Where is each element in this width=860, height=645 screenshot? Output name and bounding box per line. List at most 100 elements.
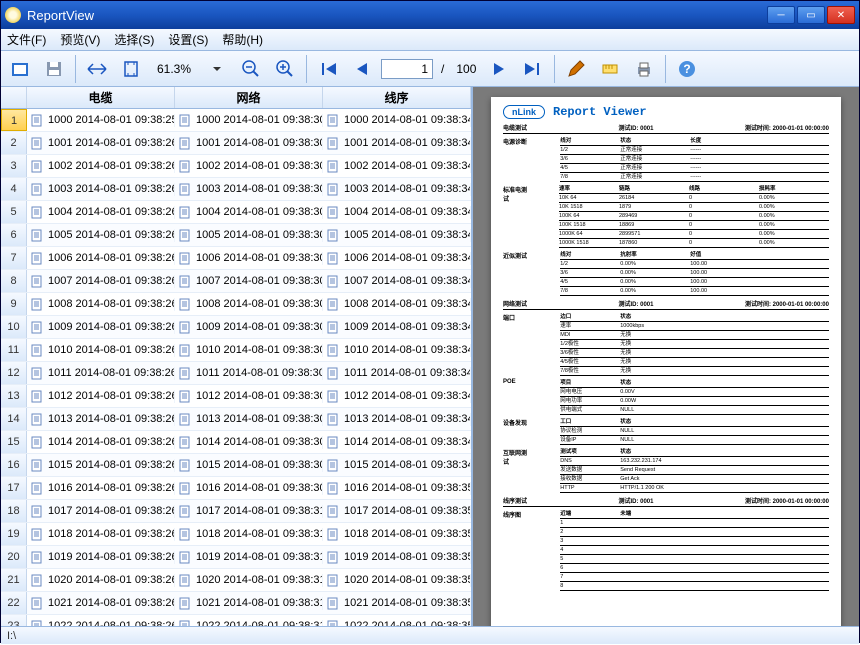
cell-sequence[interactable]: 1001 2014-08-01 09:38:34 <box>323 137 471 150</box>
table-row[interactable]: 13 1012 2014-08-01 09:38:26 1012 2014-08… <box>1 385 471 408</box>
table-row[interactable]: 12 1011 2014-08-01 09:38:26 1011 2014-08… <box>1 362 471 385</box>
help-button[interactable]: ? <box>672 54 702 84</box>
last-page-button[interactable] <box>518 54 548 84</box>
cell-network[interactable]: 1017 2014-08-01 09:38:31 <box>175 505 323 518</box>
edit-button[interactable] <box>561 54 591 84</box>
cell-network[interactable]: 1003 2014-08-01 09:38:30 <box>175 183 323 196</box>
cell-sequence[interactable]: 1017 2014-08-01 09:38:35 <box>323 505 471 518</box>
table-row[interactable]: 2 1001 2014-08-01 09:38:26 1001 2014-08-… <box>1 132 471 155</box>
cell-sequence[interactable]: 1003 2014-08-01 09:38:34 <box>323 183 471 196</box>
table-row[interactable]: 9 1008 2014-08-01 09:38:26 1008 2014-08-… <box>1 293 471 316</box>
row-number[interactable]: 6 <box>1 224 27 246</box>
row-number[interactable]: 15 <box>1 431 27 453</box>
cell-cable[interactable]: 1017 2014-08-01 09:38:26 <box>27 505 175 518</box>
cell-cable[interactable]: 1014 2014-08-01 09:38:26 <box>27 436 175 449</box>
cell-cable[interactable]: 1012 2014-08-01 09:38:26 <box>27 390 175 403</box>
cell-network[interactable]: 1008 2014-08-01 09:38:30 <box>175 298 323 311</box>
cell-sequence[interactable]: 1016 2014-08-01 09:38:35 <box>323 482 471 495</box>
zoom-out-button[interactable] <box>236 54 266 84</box>
cell-network[interactable]: 1000 2014-08-01 09:38:30 <box>175 114 323 127</box>
row-number[interactable]: 11 <box>1 339 27 361</box>
table-row[interactable]: 17 1016 2014-08-01 09:38:26 1016 2014-08… <box>1 477 471 500</box>
ruler-button[interactable] <box>595 54 625 84</box>
cell-sequence[interactable]: 1006 2014-08-01 09:38:34 <box>323 252 471 265</box>
save-button[interactable] <box>39 54 69 84</box>
row-number[interactable]: 17 <box>1 477 27 499</box>
col-cable[interactable]: 电缆 <box>27 87 175 108</box>
table-row[interactable]: 18 1017 2014-08-01 09:38:26 1017 2014-08… <box>1 500 471 523</box>
col-network[interactable]: 网络 <box>175 87 323 108</box>
cell-network[interactable]: 1001 2014-08-01 09:38:30 <box>175 137 323 150</box>
cell-cable[interactable]: 1005 2014-08-01 09:38:26 <box>27 229 175 242</box>
minimize-button[interactable]: ─ <box>767 6 795 24</box>
row-number[interactable]: 9 <box>1 293 27 315</box>
cell-sequence[interactable]: 1005 2014-08-01 09:38:34 <box>323 229 471 242</box>
cell-cable[interactable]: 1011 2014-08-01 09:38:26 <box>27 367 175 380</box>
cell-network[interactable]: 1005 2014-08-01 09:38:30 <box>175 229 323 242</box>
cell-sequence[interactable]: 1015 2014-08-01 09:38:34 <box>323 459 471 472</box>
prev-page-button[interactable] <box>347 54 377 84</box>
cell-cable[interactable]: 1020 2014-08-01 09:38:26 <box>27 574 175 587</box>
table-row[interactable]: 8 1007 2014-08-01 09:38:26 1007 2014-08-… <box>1 270 471 293</box>
cell-network[interactable]: 1015 2014-08-01 09:38:30 <box>175 459 323 472</box>
cell-sequence[interactable]: 1000 2014-08-01 09:38:34 <box>323 114 471 127</box>
table-row[interactable]: 21 1020 2014-08-01 09:38:26 1020 2014-08… <box>1 569 471 592</box>
next-page-button[interactable] <box>484 54 514 84</box>
cell-cable[interactable]: 1000 2014-08-01 09:38:25 <box>27 114 175 127</box>
cell-network[interactable]: 1016 2014-08-01 09:38:30 <box>175 482 323 495</box>
cell-network[interactable]: 1010 2014-08-01 09:38:30 <box>175 344 323 357</box>
cell-sequence[interactable]: 1010 2014-08-01 09:38:34 <box>323 344 471 357</box>
table-row[interactable]: 23 1022 2014-08-01 09:38:26 1022 2014-08… <box>1 615 471 626</box>
table-row[interactable]: 7 1006 2014-08-01 09:38:26 1006 2014-08-… <box>1 247 471 270</box>
table-row[interactable]: 16 1015 2014-08-01 09:38:26 1015 2014-08… <box>1 454 471 477</box>
cell-sequence[interactable]: 1012 2014-08-01 09:38:34 <box>323 390 471 403</box>
row-number[interactable]: 7 <box>1 247 27 269</box>
cell-network[interactable]: 1007 2014-08-01 09:38:30 <box>175 275 323 288</box>
table-row[interactable]: 11 1010 2014-08-01 09:38:26 1010 2014-08… <box>1 339 471 362</box>
close-button[interactable]: ✕ <box>827 6 855 24</box>
cell-cable[interactable]: 1022 2014-08-01 09:38:26 <box>27 620 175 627</box>
first-page-button[interactable] <box>313 54 343 84</box>
menu-preview[interactable]: 预览(V) <box>60 31 100 48</box>
cell-network[interactable]: 1012 2014-08-01 09:38:30 <box>175 390 323 403</box>
row-number[interactable]: 14 <box>1 408 27 430</box>
row-number[interactable]: 13 <box>1 385 27 407</box>
cell-network[interactable]: 1018 2014-08-01 09:38:31 <box>175 528 323 541</box>
cell-sequence[interactable]: 1002 2014-08-01 09:38:34 <box>323 160 471 173</box>
cell-network[interactable]: 1021 2014-08-01 09:38:31 <box>175 597 323 610</box>
menu-file[interactable]: 文件(F) <box>7 31 46 48</box>
cell-network[interactable]: 1014 2014-08-01 09:38:30 <box>175 436 323 449</box>
cell-cable[interactable]: 1013 2014-08-01 09:38:26 <box>27 413 175 426</box>
table-row[interactable]: 4 1003 2014-08-01 09:38:26 1003 2014-08-… <box>1 178 471 201</box>
row-number[interactable]: 20 <box>1 546 27 568</box>
table-row[interactable]: 20 1019 2014-08-01 09:38:26 1019 2014-08… <box>1 546 471 569</box>
table-row[interactable]: 14 1013 2014-08-01 09:38:26 1013 2014-08… <box>1 408 471 431</box>
col-sequence[interactable]: 线序 <box>323 87 471 108</box>
cell-cable[interactable]: 1003 2014-08-01 09:38:26 <box>27 183 175 196</box>
cell-cable[interactable]: 1021 2014-08-01 09:38:26 <box>27 597 175 610</box>
cell-cable[interactable]: 1019 2014-08-01 09:38:26 <box>27 551 175 564</box>
cell-network[interactable]: 1013 2014-08-01 09:38:30 <box>175 413 323 426</box>
cell-network[interactable]: 1011 2014-08-01 09:38:30 <box>175 367 323 380</box>
cell-cable[interactable]: 1006 2014-08-01 09:38:26 <box>27 252 175 265</box>
cell-sequence[interactable]: 1022 2014-08-01 09:38:35 <box>323 620 471 627</box>
cell-cable[interactable]: 1002 2014-08-01 09:38:26 <box>27 160 175 173</box>
cell-cable[interactable]: 1007 2014-08-01 09:38:26 <box>27 275 175 288</box>
cell-cable[interactable]: 1015 2014-08-01 09:38:26 <box>27 459 175 472</box>
cell-cable[interactable]: 1009 2014-08-01 09:38:26 <box>27 321 175 334</box>
row-number[interactable]: 12 <box>1 362 27 384</box>
cell-sequence[interactable]: 1020 2014-08-01 09:38:35 <box>323 574 471 587</box>
cell-cable[interactable]: 1010 2014-08-01 09:38:26 <box>27 344 175 357</box>
row-number[interactable]: 3 <box>1 155 27 177</box>
open-button[interactable] <box>5 54 35 84</box>
cell-cable[interactable]: 1016 2014-08-01 09:38:26 <box>27 482 175 495</box>
cell-sequence[interactable]: 1013 2014-08-01 09:38:34 <box>323 413 471 426</box>
row-number[interactable]: 5 <box>1 201 27 223</box>
table-row[interactable]: 22 1021 2014-08-01 09:38:26 1021 2014-08… <box>1 592 471 615</box>
cell-cable[interactable]: 1018 2014-08-01 09:38:26 <box>27 528 175 541</box>
zoom-dropdown[interactable] <box>202 54 232 84</box>
cell-sequence[interactable]: 1007 2014-08-01 09:38:34 <box>323 275 471 288</box>
row-number[interactable]: 1 <box>1 109 27 131</box>
fit-width-button[interactable] <box>82 54 112 84</box>
row-number[interactable]: 21 <box>1 569 27 591</box>
